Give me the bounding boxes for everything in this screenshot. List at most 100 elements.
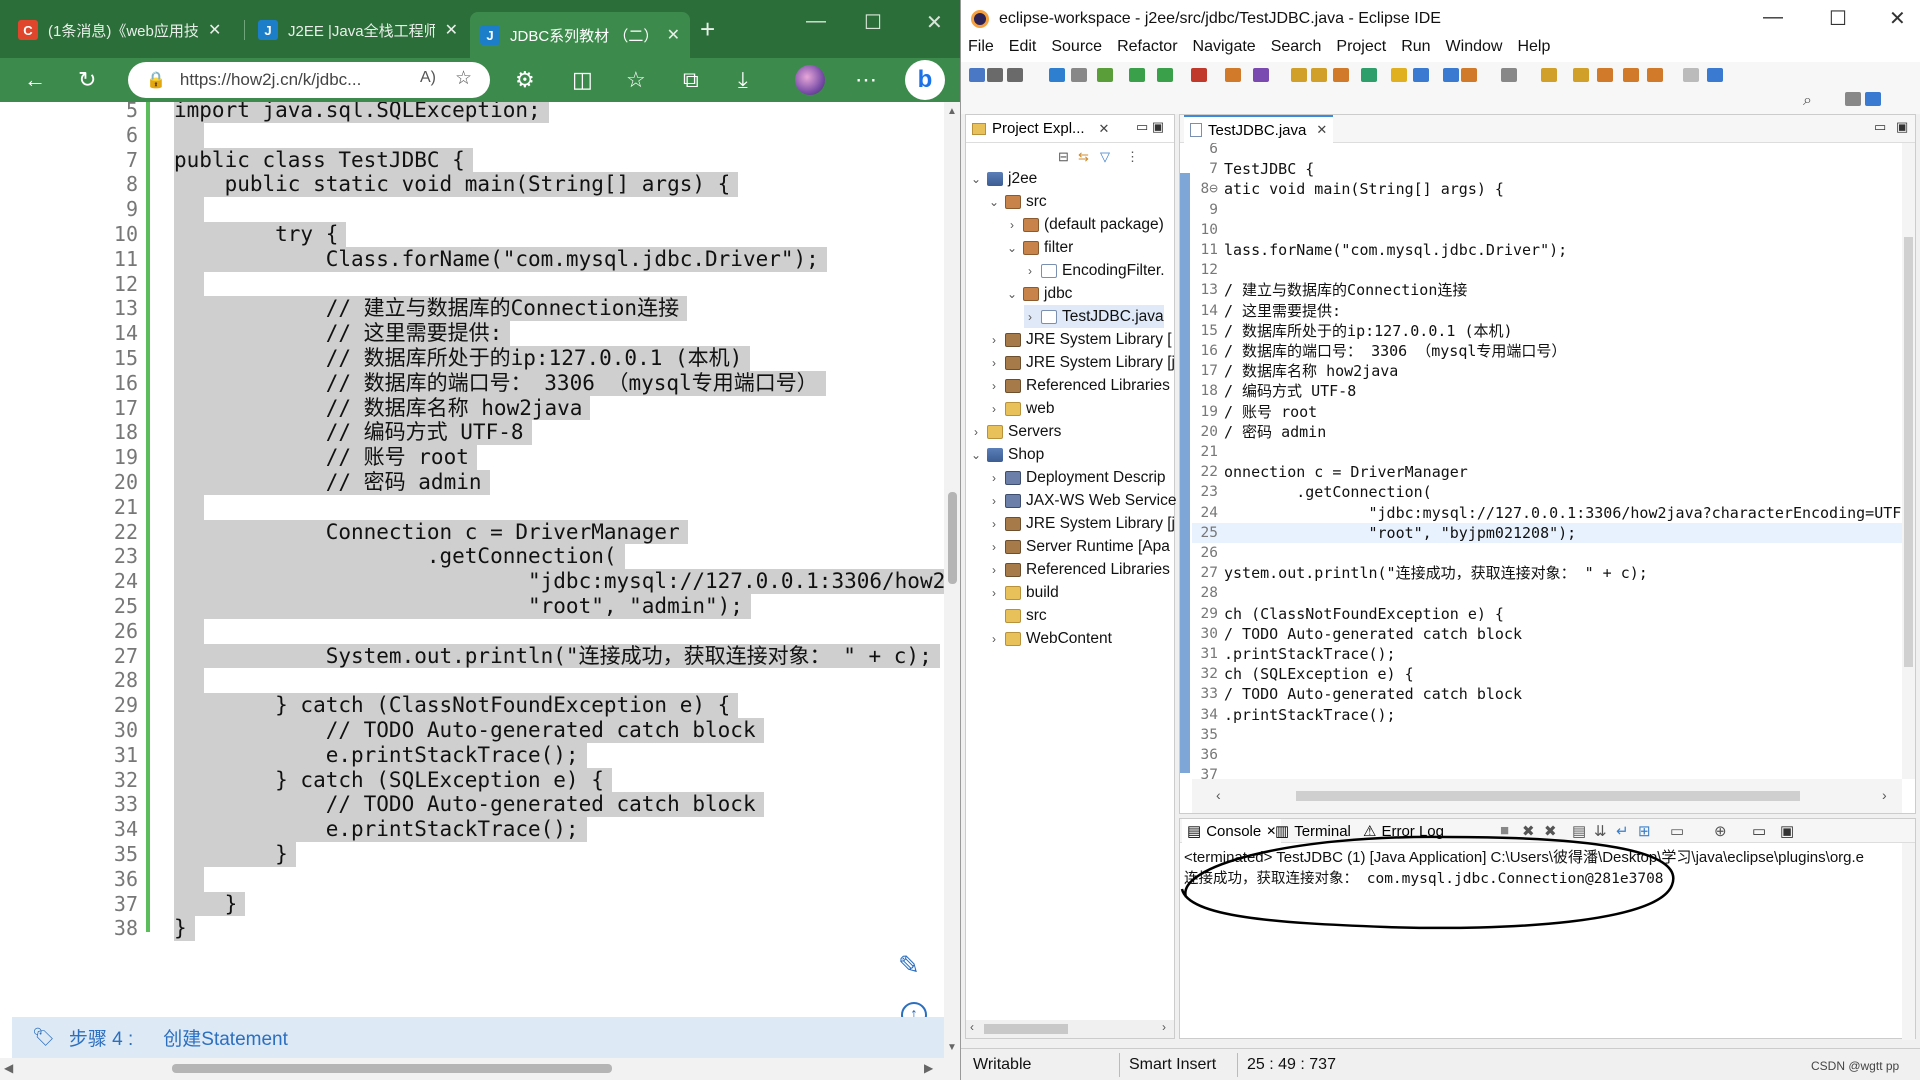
tree-item[interactable]: src (988, 604, 1047, 627)
scroll-left-arrow-icon[interactable]: ‹ (1216, 787, 1221, 803)
toolbar-button-icon[interactable] (1501, 68, 1517, 82)
browser-tab-3-active[interactable]: J JDBC系列教材 （二） ✕ (470, 12, 690, 58)
chevron-right-icon[interactable]: › (988, 517, 1000, 531)
favorites-icon[interactable]: ☆ (626, 66, 646, 94)
toolbar-button-icon[interactable] (987, 68, 1003, 82)
chevron-down-icon[interactable]: ⌄ (988, 195, 1000, 209)
tree-item[interactable]: ⌄ jdbc (1006, 282, 1072, 305)
toolbar-button-icon[interactable] (1225, 68, 1241, 82)
toolbar-button-icon[interactable] (1461, 68, 1477, 82)
menu-item-run[interactable]: Run (1401, 38, 1430, 62)
tree-item[interactable]: › build (988, 581, 1059, 604)
bing-icon[interactable]: b (905, 60, 945, 100)
menu-item-refactor[interactable]: Refactor (1117, 38, 1177, 62)
tree-item[interactable]: › WebContent (988, 627, 1112, 650)
collections-icon[interactable]: ⧉ (683, 66, 699, 94)
tree-item[interactable]: › JRE System Library [j (988, 512, 1175, 535)
maximize-view-icon[interactable]: ▣ (1780, 822, 1794, 840)
toolbar-button-icon[interactable] (1413, 68, 1429, 82)
close-icon[interactable]: ✕ (445, 20, 458, 40)
minimize-view-icon[interactable]: ▭ (1752, 822, 1766, 840)
filter-icon[interactable]: ▽ (1100, 149, 1110, 165)
editor-horizontal-scrollbar[interactable]: ‹ › (1192, 779, 1902, 813)
toolbar-button-icon[interactable] (1253, 68, 1269, 82)
tree-item[interactable]: › JAX-WS Web Service (988, 489, 1176, 512)
toolbar-button-icon[interactable] (1541, 68, 1557, 82)
chevron-right-icon[interactable]: › (970, 425, 982, 439)
toolbar-button-icon[interactable] (969, 68, 985, 82)
toolbar-button-icon[interactable] (1191, 68, 1207, 82)
page-vertical-scrollbar[interactable]: ▲ ▼ (944, 102, 960, 1058)
address-bar[interactable]: 🔒 https://how2j.cn/k/jdbc... A) ☆ (128, 62, 490, 98)
chevron-right-icon[interactable]: › (1024, 310, 1036, 324)
extensions-icon[interactable]: ⚙ (515, 66, 535, 94)
minimize-icon[interactable]: — (1763, 6, 1783, 29)
chevron-right-icon[interactable]: › (988, 632, 1000, 646)
tab-project-explorer[interactable]: Project Expl... (992, 120, 1085, 137)
maximize-icon[interactable]: ☐ (864, 10, 882, 35)
console-vertical-scrollbar[interactable] (1902, 843, 1915, 1040)
tree-item[interactable]: › web (988, 397, 1054, 420)
split-screen-icon[interactable]: ◫ (572, 66, 593, 94)
chevron-right-icon[interactable]: › (988, 356, 1000, 370)
maximize-view-icon[interactable]: ▣ (1896, 119, 1908, 135)
read-aloud-icon[interactable]: A) (420, 69, 436, 87)
chevron-down-icon[interactable]: ⌄ (1006, 287, 1018, 301)
scroll-up-arrow-icon[interactable]: ▲ (947, 106, 957, 117)
back-arrow-icon[interactable]: ← (24, 66, 46, 94)
chevron-right-icon[interactable]: › (988, 540, 1000, 554)
new-tab-button[interactable]: + (700, 14, 715, 45)
toolbar-button-icon[interactable] (1361, 68, 1377, 82)
open-perspective-icon[interactable] (1845, 92, 1861, 106)
minimize-icon[interactable]: — (806, 10, 826, 33)
tree-item[interactable]: › JRE System Library [ (988, 328, 1172, 351)
minimize-view-icon[interactable]: ▭ ▣ (1136, 119, 1164, 135)
chevron-right-icon[interactable]: › (988, 379, 1000, 393)
toolbar-button-icon[interactable] (1443, 68, 1459, 82)
scrollbar-thumb[interactable] (172, 1064, 612, 1073)
menu-item-file[interactable]: File (968, 38, 994, 62)
toolbar-button-icon[interactable] (1291, 68, 1307, 82)
close-icon[interactable]: ✕ (1099, 121, 1110, 137)
close-icon[interactable]: ✕ (208, 20, 221, 40)
scroll-left-arrow-icon[interactable]: ‹ (970, 1020, 974, 1034)
tree-item[interactable]: › Referenced Libraries (988, 558, 1170, 581)
toolbar-button-icon[interactable] (1647, 68, 1663, 82)
tree-item[interactable]: ⌄ Shop (970, 443, 1044, 466)
edit-pencil-icon[interactable]: ✎ (898, 950, 920, 981)
console-output-area[interactable]: <terminated> TestJDBC (1) [Java Applicat… (1180, 835, 1915, 1040)
link-editor-icon[interactable]: ⇆ (1078, 149, 1089, 165)
browser-tab-2[interactable]: J J2EE |Java全栈工程师 ✕ (248, 12, 468, 48)
view-menu-icon[interactable]: ⋮ (1126, 149, 1139, 165)
tree-item[interactable]: ⌄ j2ee (970, 167, 1037, 190)
download-icon[interactable]: ⤓ (738, 66, 748, 94)
tree-item[interactable]: › Deployment Descrip (988, 466, 1166, 489)
toolbar-button-icon[interactable] (1391, 68, 1407, 82)
scrollbar-thumb[interactable] (1904, 237, 1913, 667)
chevron-down-icon[interactable]: ⌄ (970, 172, 982, 186)
toolbar-button-icon[interactable] (1623, 68, 1639, 82)
profile-avatar[interactable] (795, 65, 825, 95)
chevron-down-icon[interactable]: ⌄ (1006, 241, 1018, 255)
scrollbar-thumb[interactable] (984, 1024, 1068, 1034)
tree-item[interactable]: › Server Runtime [Apa (988, 535, 1170, 558)
close-icon[interactable]: ✕ (1316, 122, 1327, 138)
chevron-down-icon[interactable]: ⌄ (970, 448, 982, 462)
toolbar-button-icon[interactable] (1157, 68, 1173, 82)
tree-item[interactable]: › TestJDBC.java (1024, 305, 1164, 328)
java-perspective-icon[interactable] (1865, 92, 1881, 106)
close-window-icon[interactable]: ✕ (1889, 6, 1906, 31)
menu-item-search[interactable]: Search (1271, 38, 1322, 62)
tree-item[interactable]: ⌄ filter (1006, 236, 1073, 259)
browser-tab-1[interactable]: C (1条消息)《web应用技 ✕ (8, 12, 240, 48)
scrollbar-thumb[interactable] (948, 492, 957, 584)
toolbar-button-icon[interactable] (1573, 68, 1589, 82)
tree-item[interactable]: › Servers (970, 420, 1061, 443)
menu-item-navigate[interactable]: Navigate (1193, 38, 1256, 62)
scroll-left-arrow-icon[interactable]: ◀ (4, 1061, 13, 1075)
chevron-right-icon[interactable]: › (988, 471, 1000, 485)
refresh-icon[interactable]: ↻ (78, 66, 96, 94)
scroll-right-arrow-icon[interactable]: › (1882, 787, 1887, 803)
menu-item-help[interactable]: Help (1517, 38, 1550, 62)
toolbar-button-icon[interactable] (1311, 68, 1327, 82)
